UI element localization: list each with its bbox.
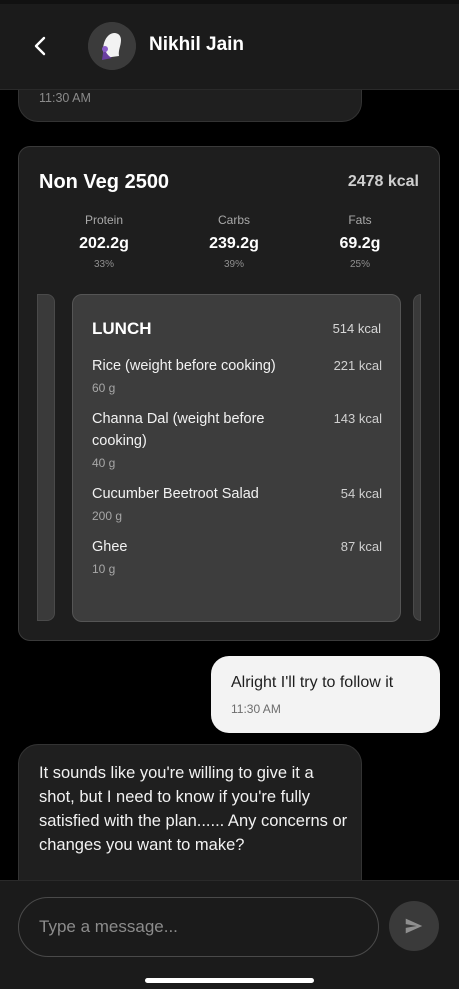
macro-value: 202.2g [79, 235, 129, 252]
macro-label: Protein [84, 213, 124, 227]
chevron-left-icon [34, 36, 46, 56]
send-button[interactable] [389, 901, 439, 951]
meal-item-name: Rice (weight before cooking) [92, 358, 276, 374]
macro-protein: Protein 202.2g 33% [54, 213, 154, 270]
meal-item-name: Ghee [92, 539, 128, 555]
macro-carbs: Carbs 239.2g 39% [184, 213, 284, 270]
outgoing-message-bubble: Alright I'll try to follow it 11:30 AM [211, 656, 440, 733]
message-composer [0, 880, 459, 989]
meal-item: Channa Dal (weight before cooking) 143 k… [92, 408, 382, 470]
message-input[interactable] [39, 898, 359, 956]
meal-item-name: Cucumber Beetroot Salad [92, 486, 259, 502]
status-bar [0, 0, 459, 4]
incoming-message-bubble: 11:30 AM [18, 90, 362, 122]
meal-item-kcal: 143 kcal [333, 411, 382, 426]
meal-item-qty: 200 g [92, 509, 123, 523]
macro-percent: 39% [223, 259, 244, 270]
plan-title: Non Veg 2500 [39, 171, 170, 193]
avatar[interactable] [88, 22, 136, 70]
diet-plan-card[interactable]: Non Veg 2500 2478 kcal Protein 202.2g 33… [18, 146, 440, 641]
send-icon [405, 918, 423, 934]
meal-item: Rice (weight before cooking) 221 kcal 60… [92, 355, 382, 395]
message-input-container[interactable] [18, 897, 379, 957]
macro-value: 239.2g [209, 235, 259, 252]
next-meal-card[interactable] [413, 294, 421, 621]
chat-header: Nikhil Jain [0, 0, 459, 90]
message-time: 11:30 AM [231, 702, 281, 716]
meal-item: Cucumber Beetroot Salad 54 kcal 200 g [92, 483, 382, 523]
message-list[interactable]: 11:30 AM Non Veg 2500 2478 kcal Protein … [0, 90, 459, 880]
meal-item-name: Channa Dal (weight before cooking) [92, 411, 265, 449]
meal-title: LUNCH [92, 319, 152, 338]
meal-kcal: 514 kcal [332, 321, 381, 336]
meal-item-qty: 40 g [92, 456, 116, 470]
meal-card-lunch[interactable]: LUNCH 514 kcal Rice (weight before cooki… [72, 294, 401, 622]
macro-value: 69.2g [339, 235, 381, 252]
meal-item: Ghee 87 kcal 10 g [92, 536, 382, 576]
message-text: Alright I'll try to follow it [231, 674, 394, 691]
meal-item-qty: 60 g [92, 381, 116, 395]
macro-percent: 33% [93, 259, 114, 270]
incoming-message-bubble: It sounds like you're willing to give it… [18, 744, 362, 880]
home-indicator [145, 978, 314, 983]
meal-item-kcal: 87 kcal [340, 539, 382, 554]
meal-item-kcal: 221 kcal [333, 358, 382, 373]
macro-label: Carbs [217, 213, 250, 227]
plan-total-kcal: 2478 kcal [347, 173, 419, 190]
meal-item-kcal: 54 kcal [340, 486, 382, 501]
back-button[interactable] [26, 30, 54, 62]
message-text: It sounds like you're willing to give it… [39, 764, 348, 854]
previous-meal-card[interactable] [37, 294, 55, 621]
user-silhouette-icon [88, 22, 136, 70]
message-time: 11:30 AM [39, 91, 91, 105]
macro-percent: 25% [349, 259, 370, 270]
meal-item-qty: 10 g [92, 562, 116, 576]
macro-fats: Fats 69.2g 25% [310, 213, 410, 270]
macro-label: Fats [348, 213, 372, 227]
contact-name[interactable]: Nikhil Jain [149, 34, 244, 56]
